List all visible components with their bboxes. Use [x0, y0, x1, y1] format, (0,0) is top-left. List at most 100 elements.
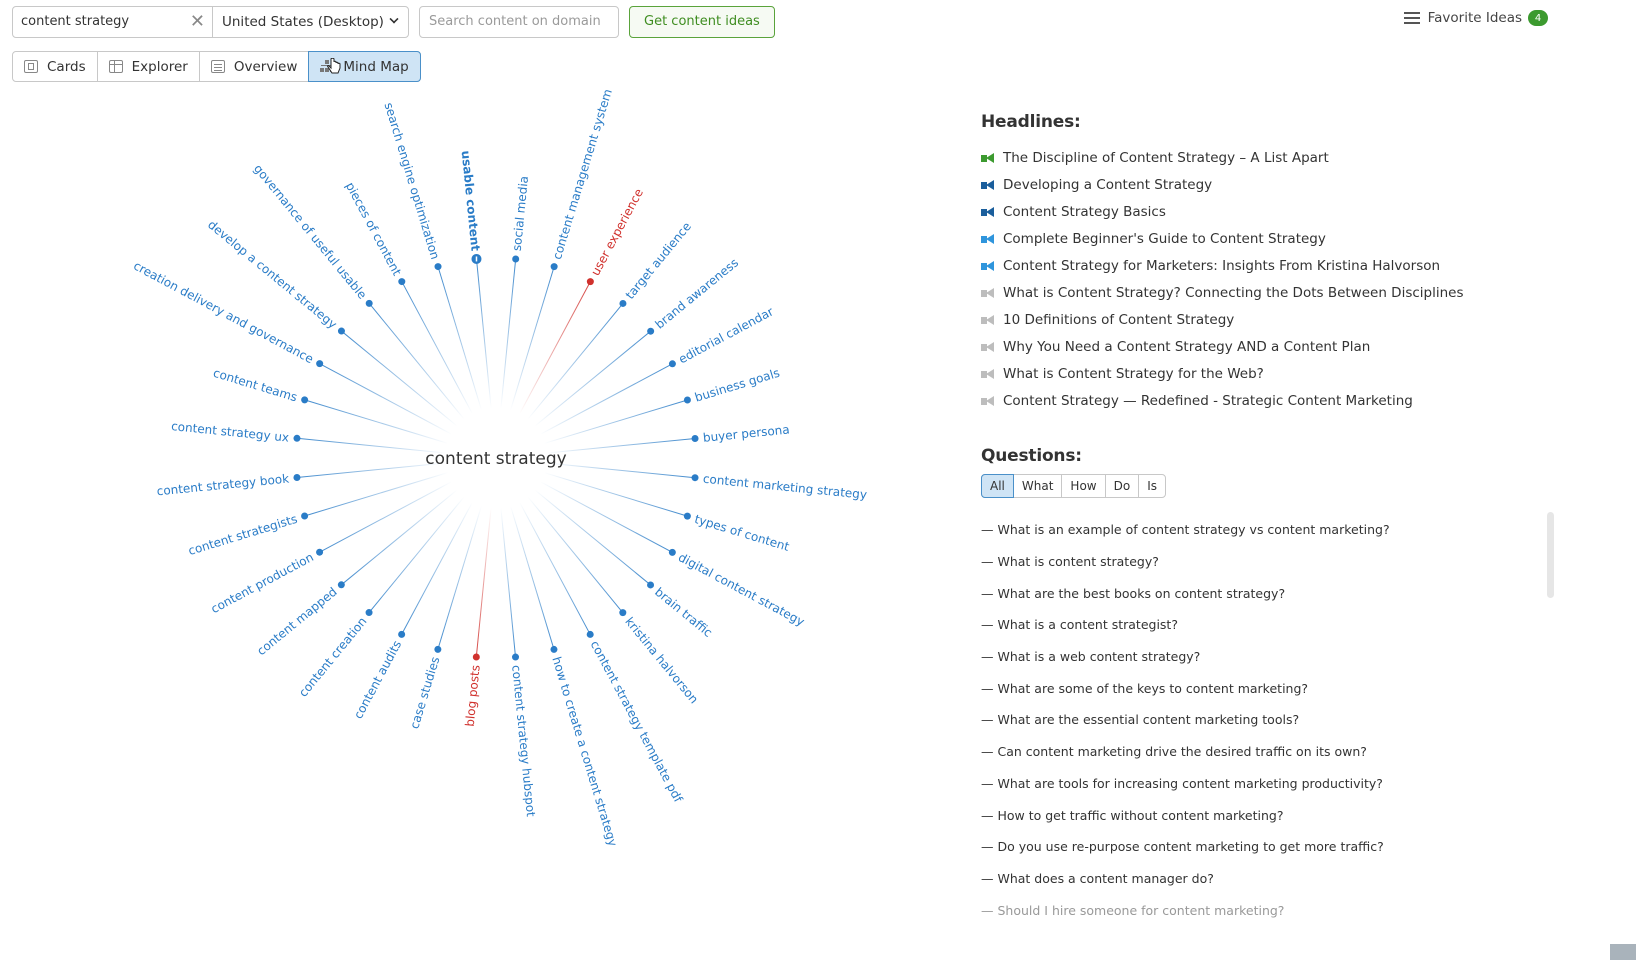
mind-map-node[interactable]: content strategy hubspot: [509, 653, 538, 818]
mind-map-node-label[interactable]: brain traffic: [652, 585, 715, 640]
headline-item[interactable]: Complete Beginner's Guide to Content Str…: [981, 225, 1581, 252]
node-dot[interactable]: [365, 299, 373, 307]
node-dot[interactable]: [434, 263, 442, 271]
question-item[interactable]: — What are the best books on content str…: [981, 577, 1581, 609]
mind-map-node-label[interactable]: content marketing strategy: [702, 472, 867, 502]
headline-item[interactable]: Developing a Content Strategy: [981, 171, 1581, 198]
clear-icon[interactable]: ✕: [190, 12, 205, 31]
mind-map-node[interactable]: editorial calendar: [668, 304, 776, 368]
mind-map-node[interactable]: pieces of content: [343, 180, 406, 286]
node-dot[interactable]: [512, 255, 520, 263]
node-dot[interactable]: [472, 653, 480, 661]
mind-map-node-label[interactable]: content strategy book: [156, 472, 290, 499]
node-dot[interactable]: [619, 609, 627, 617]
node-dot[interactable]: [293, 474, 301, 482]
node-dot[interactable]: [647, 327, 655, 335]
mind-map-node-label[interactable]: user experience: [588, 186, 646, 278]
question-item[interactable]: — What are tools for increasing content …: [981, 768, 1581, 800]
mind-map-node-label[interactable]: content audits: [351, 638, 404, 721]
mind-map-node-label[interactable]: types of content: [693, 512, 791, 554]
mind-map-node-label[interactable]: content strategy hubspot: [509, 664, 538, 817]
mind-map-node-label[interactable]: content management system: [550, 90, 615, 261]
headline-item[interactable]: The Discipline of Content Strategy – A L…: [981, 144, 1581, 171]
node-dot[interactable]: [337, 327, 345, 335]
mind-map-node-label[interactable]: content mapped: [254, 585, 339, 659]
question-filter-what[interactable]: What: [1014, 475, 1063, 497]
mind-map-node-label[interactable]: brand awareness: [653, 256, 742, 332]
node-dot[interactable]: [550, 263, 558, 271]
headline-item[interactable]: What is Content Strategy for the Web?: [981, 360, 1581, 387]
mind-map-node[interactable]: content audits: [351, 630, 406, 721]
node-dot[interactable]: [365, 609, 373, 617]
headline-item[interactable]: Content Strategy — Redefined - Strategic…: [981, 387, 1581, 414]
mind-map-node[interactable]: creation delivery and governance: [131, 259, 324, 368]
mind-map-node[interactable]: social media: [510, 175, 531, 263]
feedback-widget[interactable]: [1610, 944, 1636, 960]
mind-map-node-label[interactable]: content strategy ux: [171, 419, 290, 445]
mind-map-node-label[interactable]: business goals: [693, 366, 781, 405]
question-item[interactable]: — Do you use re-purpose content marketin…: [981, 831, 1581, 863]
tab-overview[interactable]: Overview: [199, 52, 310, 81]
mind-map-node[interactable]: content strategy book: [156, 472, 301, 499]
node-dot[interactable]: [691, 474, 699, 482]
node-dot[interactable]: [668, 548, 676, 556]
mind-map-node-label[interactable]: creation delivery and governance: [131, 259, 316, 367]
question-item[interactable]: — What is an example of content strategy…: [981, 514, 1581, 546]
node-dot[interactable]: [398, 630, 406, 638]
node-dot[interactable]: [293, 434, 301, 442]
node-dot[interactable]: [337, 581, 345, 589]
question-item[interactable]: — How to get traffic without content mar…: [981, 799, 1581, 831]
mind-map-node-label[interactable]: pieces of content: [343, 180, 404, 278]
mind-map-node-label[interactable]: target audience: [623, 219, 694, 301]
mind-map-node-label[interactable]: social media: [510, 175, 531, 251]
mind-map-node-label[interactable]: buyer persona: [702, 422, 790, 444]
mind-map-node-label[interactable]: content production: [209, 550, 316, 616]
mind-map-node[interactable]: brain traffic: [647, 581, 715, 640]
node-dot[interactable]: [619, 299, 627, 307]
mind-map-node-label[interactable]: content teams: [212, 366, 299, 405]
node-dot[interactable]: [683, 512, 691, 520]
favorite-ideas-button[interactable]: Favorite Ideas 4: [1403, 10, 1548, 26]
mind-map-node-label[interactable]: content strategists: [187, 512, 299, 558]
node-dot[interactable]: [434, 645, 442, 653]
question-item[interactable]: — What are some of the keys to content m…: [981, 672, 1581, 704]
node-dot[interactable]: [668, 360, 676, 368]
mind-map-node-label[interactable]: search engine optimization: [382, 101, 443, 261]
headline-item[interactable]: 10 Definitions of Content Strategy: [981, 306, 1581, 333]
question-item[interactable]: — What is content strategy?: [981, 546, 1581, 578]
question-item[interactable]: — Should I hire someone for content mark…: [981, 894, 1581, 926]
mind-map-node-label[interactable]: editorial calendar: [676, 304, 776, 366]
mind-map-node[interactable]: content teams: [212, 366, 309, 405]
node-dot[interactable]: [512, 653, 520, 661]
mind-map-node[interactable]: content marketing strategy: [691, 472, 868, 502]
headline-item[interactable]: Why You Need a Content Strategy AND a Co…: [981, 333, 1581, 360]
tab-mind-map[interactable]: Mind Map: [308, 51, 421, 82]
node-dot[interactable]: [316, 548, 324, 556]
question-item[interactable]: — What is a content strategist?: [981, 609, 1581, 641]
question-filter-is[interactable]: Is: [1139, 475, 1165, 497]
keyword-input[interactable]: content strategy ✕: [13, 6, 213, 37]
get-content-ideas-button[interactable]: Get content ideas: [629, 5, 775, 38]
mind-map-node[interactable]: business goals: [683, 366, 781, 405]
database-select[interactable]: United States (Desktop): [213, 7, 408, 37]
tab-explorer[interactable]: Explorer: [97, 52, 200, 81]
mind-map-node[interactable]: content creation: [296, 609, 373, 700]
mind-map-node-label[interactable]: kristina halvorson: [622, 615, 701, 707]
mind-map-node-label[interactable]: case studies: [407, 655, 442, 730]
mind-map-node[interactable]: content strategy ux: [171, 419, 301, 445]
mind-map-center-label[interactable]: content strategy: [425, 449, 566, 469]
mind-map-node[interactable]: target audience: [619, 219, 694, 307]
node-dot[interactable]: [683, 396, 691, 404]
node-dot[interactable]: [647, 581, 655, 589]
mind-map-node[interactable]: types of content: [683, 512, 791, 554]
question-item[interactable]: — Can content marketing drive the desire…: [981, 736, 1581, 768]
question-item[interactable]: — What are the essential content marketi…: [981, 704, 1581, 736]
node-dot[interactable]: [586, 278, 594, 286]
node-dot[interactable]: [586, 630, 594, 638]
question-filter-how[interactable]: How: [1062, 475, 1106, 497]
tab-cards[interactable]: Cards: [13, 52, 98, 81]
mind-map-node[interactable]: usable content: [459, 150, 483, 264]
mind-map-node[interactable]: blog posts: [463, 653, 483, 728]
panel-scrollbar[interactable]: [1547, 512, 1554, 598]
mind-map-node[interactable]: content strategists: [187, 512, 309, 558]
